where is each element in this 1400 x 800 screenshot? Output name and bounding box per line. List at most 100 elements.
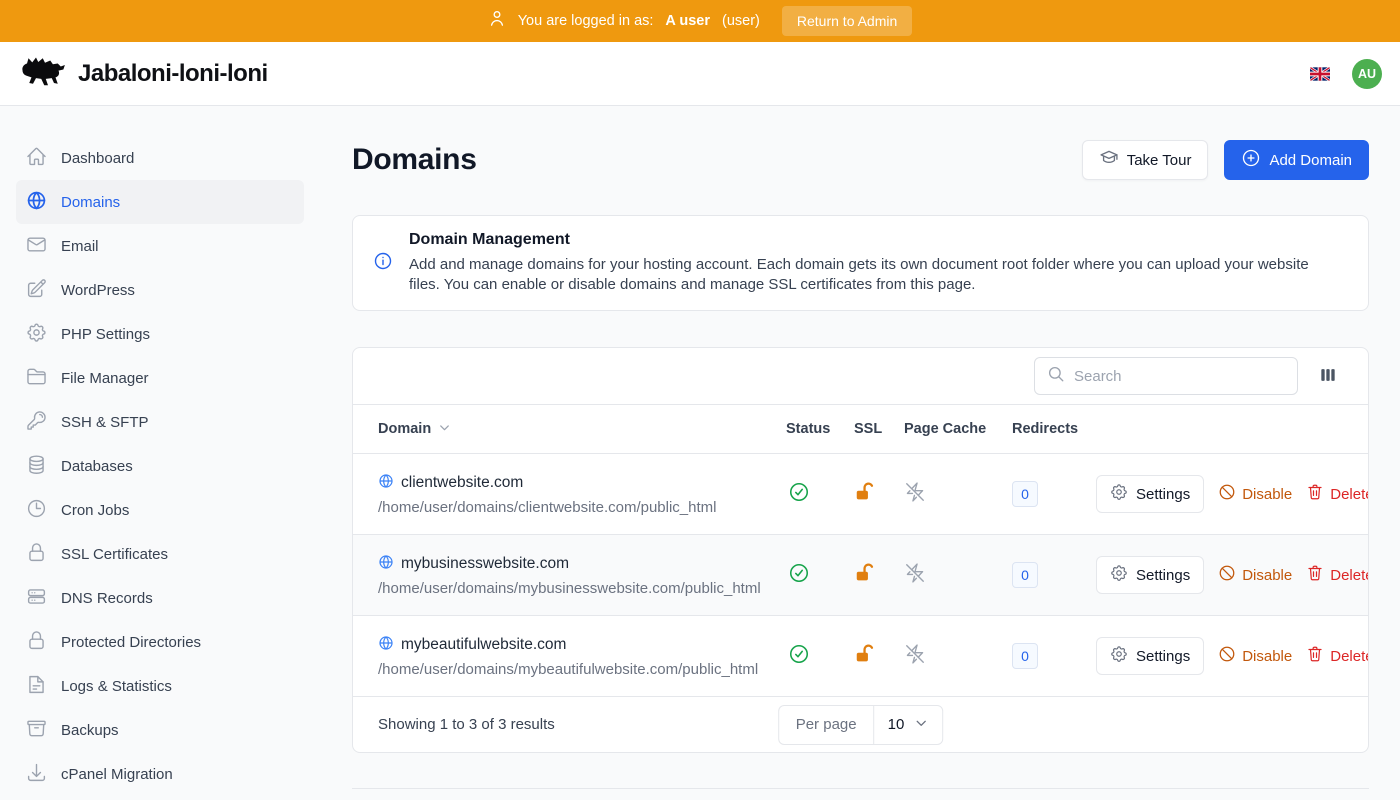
redirects-count-badge: 0 <box>1012 562 1038 588</box>
table-toolbar <box>353 348 1368 404</box>
column-header-domain[interactable]: Domain <box>378 420 786 439</box>
sidebar-item-protected-directories[interactable]: Protected Directories <box>16 620 304 664</box>
sidebar-item-dns-records[interactable]: DNS Records <box>16 576 304 620</box>
delete-button[interactable]: Delete <box>1306 483 1369 505</box>
sidebar-item-label: Databases <box>61 458 133 475</box>
settings-button[interactable]: Settings <box>1096 556 1204 594</box>
gear-icon <box>1110 564 1128 586</box>
plus-circle-icon <box>1241 148 1261 172</box>
app-root: You are logged in as: A user (user) Retu… <box>0 0 1400 800</box>
brand-name: Jabaloni-loni-loni <box>78 60 268 88</box>
per-page-select[interactable]: Per page 10 <box>778 705 944 745</box>
ssl-unlocked-icon <box>854 643 876 670</box>
status-enabled-icon <box>788 643 810 670</box>
info-box-description: Add and manage domains for your hosting … <box>409 255 1329 295</box>
disable-button[interactable]: Disable <box>1218 645 1292 667</box>
domain-path: /home/user/domains/clientwebsite.com/pub… <box>378 499 786 516</box>
sidebar-item-label: Email <box>61 238 99 255</box>
settings-button[interactable]: Settings <box>1096 475 1204 513</box>
sidebar-item-dashboard[interactable]: Dashboard <box>16 136 304 180</box>
app-header: Jabaloni-loni-loni AU <box>0 42 1400 106</box>
banner-text-prefix: You are logged in as: <box>518 13 654 29</box>
settings-button[interactable]: Settings <box>1096 637 1204 675</box>
sidebar-item-label: DNS Records <box>61 590 153 607</box>
trash-icon <box>1306 564 1324 586</box>
archive-box-icon <box>26 718 47 743</box>
sidebar-item-php-settings[interactable]: PHP Settings <box>16 312 304 356</box>
sidebar-item-label: WordPress <box>61 282 135 299</box>
sidebar-item-logs-statistics[interactable]: Logs & Statistics <box>16 664 304 708</box>
no-symbol-icon <box>1218 564 1236 586</box>
delete-button[interactable]: Delete <box>1306 564 1369 586</box>
sidebar-item-label: Cron Jobs <box>61 502 129 519</box>
lock-icon <box>26 630 47 655</box>
add-domain-button[interactable]: Add Domain <box>1224 140 1369 180</box>
download-icon <box>26 762 47 787</box>
user-icon <box>488 10 506 32</box>
per-page-label: Per page <box>779 706 875 744</box>
info-box-title: Domain Management <box>409 231 1329 249</box>
columns-icon <box>1318 373 1338 388</box>
sidebar-item-ssl-certificates[interactable]: SSL Certificates <box>16 532 304 576</box>
page-cache-disabled-icon <box>904 481 926 508</box>
avatar[interactable]: AU <box>1352 59 1382 89</box>
envelope-icon <box>26 234 47 259</box>
take-tour-label: Take Tour <box>1127 152 1192 169</box>
sidebar-item-label: Protected Directories <box>61 634 201 651</box>
key-icon <box>26 410 47 435</box>
results-summary: Showing 1 to 3 of 3 results <box>378 716 555 733</box>
disable-button[interactable]: Disable <box>1218 564 1292 586</box>
take-tour-button[interactable]: Take Tour <box>1082 140 1209 180</box>
gear-icon <box>26 322 47 347</box>
ssl-unlocked-icon <box>854 481 876 508</box>
disable-button[interactable]: Disable <box>1218 483 1292 505</box>
column-header-ssl: SSL <box>854 421 904 437</box>
sidebar-item-email[interactable]: Email <box>16 224 304 268</box>
globe-icon <box>378 473 394 494</box>
sidebar: Dashboard Domains Email WordPress PHP Se… <box>0 106 320 800</box>
page-title: Domains <box>352 143 477 177</box>
pencil-square-icon <box>26 278 47 303</box>
sidebar-item-cron-jobs[interactable]: Cron Jobs <box>16 488 304 532</box>
sidebar-item-label: Logs & Statistics <box>61 678 172 695</box>
domain-name: mybeautifulwebsite.com <box>401 636 566 654</box>
sidebar-item-label: SSH & SFTP <box>61 414 149 431</box>
domain-path: /home/user/domains/mybusinesswebsite.com… <box>378 580 786 597</box>
redirects-count-badge: 0 <box>1012 643 1038 669</box>
sidebar-item-file-manager[interactable]: File Manager <box>16 356 304 400</box>
boar-logo-icon <box>18 53 66 94</box>
clock-icon <box>26 498 47 523</box>
globe-icon <box>26 190 47 215</box>
column-settings-button[interactable] <box>1316 363 1340 390</box>
sidebar-item-label: PHP Settings <box>61 326 150 343</box>
column-header-status: Status <box>786 421 854 437</box>
trash-icon <box>1306 645 1324 667</box>
column-header-page-cache: Page Cache <box>904 421 1012 437</box>
per-page-value: 10 <box>888 716 905 733</box>
sidebar-item-label: Domains <box>61 194 120 211</box>
home-icon <box>26 146 47 171</box>
sidebar-item-label: Backups <box>61 722 119 739</box>
sidebar-item-cpanel-migration[interactable]: cPanel Migration <box>16 752 304 796</box>
banner-user-name: A user <box>665 13 710 29</box>
trash-icon <box>1306 483 1324 505</box>
sidebar-item-wordpress[interactable]: WordPress <box>16 268 304 312</box>
status-enabled-icon <box>788 481 810 508</box>
sidebar-item-label: SSL Certificates <box>61 546 168 563</box>
sidebar-item-ssh-sftp[interactable]: SSH & SFTP <box>16 400 304 444</box>
domain-name: mybusinesswebsite.com <box>401 555 569 573</box>
server-icon <box>26 586 47 611</box>
return-to-admin-button[interactable]: Return to Admin <box>782 6 912 36</box>
domain-management-info-box: Domain Management Add and manage domains… <box>352 215 1369 311</box>
impersonation-message: You are logged in as: A user (user) <box>488 10 760 32</box>
uk-flag-icon[interactable] <box>1310 67 1330 81</box>
delete-button[interactable]: Delete <box>1306 645 1369 667</box>
sidebar-item-backups[interactable]: Backups <box>16 708 304 752</box>
sidebar-item-label: Dashboard <box>61 150 134 167</box>
ssl-unlocked-icon <box>854 562 876 589</box>
sidebar-item-domains[interactable]: Domains <box>16 180 304 224</box>
search-input[interactable] <box>1074 368 1285 385</box>
sidebar-item-databases[interactable]: Databases <box>16 444 304 488</box>
folder-icon <box>26 366 47 391</box>
domain-path: /home/user/domains/mybeautifulwebsite.co… <box>378 661 786 678</box>
